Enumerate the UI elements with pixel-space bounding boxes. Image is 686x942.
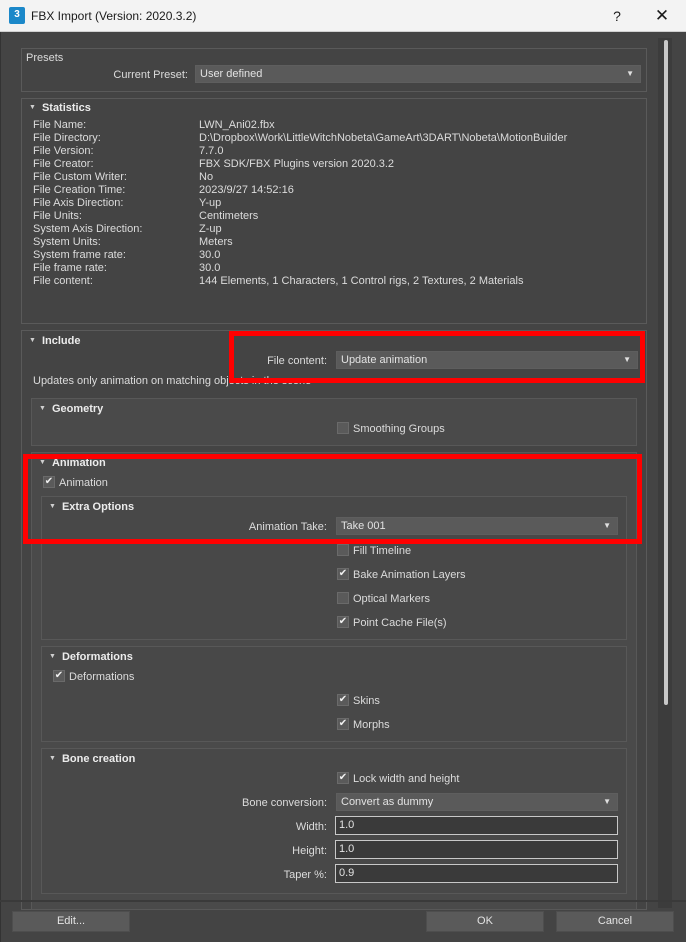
- statistics-key: File Axis Direction:: [33, 197, 124, 209]
- lock-width-height-label: Lock width and height: [353, 773, 460, 785]
- point-cache-checkbox[interactable]: ✔: [337, 616, 349, 628]
- width-input[interactable]: 1.0: [335, 816, 618, 835]
- collapse-triangle-icon: ▼: [49, 755, 56, 762]
- title-bar: 3 FBX Import (Version: 2020.3.2) ? ✕: [0, 0, 686, 32]
- include-header[interactable]: ▼ Include: [29, 335, 80, 347]
- taper-input[interactable]: 0.9: [335, 864, 618, 883]
- chevron-down-icon: ▼: [603, 797, 611, 806]
- highlight-file-content: [229, 331, 645, 383]
- statistics-value: FBX SDK/FBX Plugins version 2020.3.2: [199, 158, 395, 170]
- height-label: Height:: [292, 845, 327, 857]
- bone-conversion-label: Bone conversion:: [242, 797, 327, 809]
- help-button[interactable]: ?: [603, 4, 631, 28]
- collapse-triangle-icon: ▼: [29, 337, 36, 344]
- geometry-header[interactable]: ▼ Geometry: [39, 403, 103, 415]
- statistics-value: D:\Dropbox\Work\LittleWitchNobeta\GameAr…: [199, 132, 568, 144]
- chevron-down-icon: ▼: [626, 69, 634, 78]
- bone-conversion-value: Convert as dummy: [341, 796, 434, 808]
- statistics-key: System Units:: [33, 236, 101, 248]
- current-preset-value: User defined: [200, 68, 263, 80]
- deformations-checkbox-label: Deformations: [69, 671, 135, 683]
- taper-label: Taper %:: [283, 869, 327, 881]
- collapse-triangle-icon: ▼: [49, 653, 56, 660]
- fill-timeline-label: Fill Timeline: [353, 545, 412, 557]
- window-title: FBX Import (Version: 2020.3.2): [31, 9, 197, 23]
- statistics-key: File Directory:: [33, 132, 101, 144]
- bone-conversion-dropdown[interactable]: Convert as dummy ▼: [336, 793, 618, 811]
- statistics-key: System Axis Direction:: [33, 223, 143, 235]
- skins-label: Skins: [353, 695, 380, 707]
- highlight-animation-take: [23, 454, 642, 544]
- collapse-triangle-icon: ▼: [29, 104, 36, 111]
- cancel-button[interactable]: Cancel: [556, 911, 674, 932]
- current-preset-label: Current Preset:: [113, 69, 188, 81]
- statistics-value: 30.0: [199, 262, 221, 274]
- close-button[interactable]: ✕: [647, 4, 677, 28]
- point-cache-label: Point Cache File(s): [353, 617, 447, 629]
- morphs-checkbox[interactable]: ✔: [337, 718, 349, 730]
- statistics-key: File Name:: [33, 119, 87, 131]
- ok-button[interactable]: OK: [426, 911, 544, 932]
- statistics-key: File Creation Time:: [33, 184, 126, 196]
- statistics-key: File frame rate:: [33, 262, 107, 274]
- statistics-value: 144 Elements, 1 Characters, 1 Control ri…: [199, 275, 524, 287]
- bake-animation-layers-checkbox[interactable]: ✔: [337, 568, 349, 580]
- statistics-key: File Units:: [33, 210, 82, 222]
- scrollbar-thumb[interactable]: [664, 40, 668, 705]
- presets-header: Presets: [26, 52, 64, 64]
- fill-timeline-checkbox[interactable]: [337, 544, 349, 556]
- statistics-key: File Creator:: [33, 158, 94, 170]
- geometry-group: [31, 398, 637, 446]
- statistics-value: 2023/9/27 14:52:16: [199, 184, 294, 196]
- statistics-key: File Custom Writer:: [33, 171, 127, 183]
- width-label: Width:: [295, 821, 327, 833]
- statistics-value: No: [199, 171, 214, 183]
- skins-checkbox[interactable]: ✔: [337, 694, 349, 706]
- statistics-value: Y-up: [199, 197, 222, 209]
- lock-width-height-checkbox[interactable]: ✔: [337, 772, 349, 784]
- statistics-header[interactable]: ▼ Statistics: [29, 102, 91, 114]
- collapse-triangle-icon: ▼: [39, 405, 46, 412]
- bone-creation-header[interactable]: ▼ Bone creation: [49, 753, 135, 765]
- morphs-label: Morphs: [353, 719, 390, 731]
- statistics-key: System frame rate:: [33, 249, 126, 261]
- app-3dsmax-icon: 3: [9, 7, 25, 24]
- statistics-value: Z-up: [199, 223, 222, 235]
- smoothing-groups-label: Smoothing Groups: [353, 423, 445, 435]
- statistics-value: 7.7.0: [199, 145, 224, 157]
- statistics-value: LWN_Ani02.fbx: [199, 119, 275, 131]
- optical-markers-label: Optical Markers: [353, 593, 431, 605]
- statistics-key: File content:: [33, 275, 93, 287]
- statistics-value: Centimeters: [199, 210, 259, 222]
- height-input[interactable]: 1.0: [335, 840, 618, 859]
- statistics-value: Meters: [199, 236, 233, 248]
- edit-button[interactable]: Edit...: [12, 911, 130, 932]
- deformations-checkbox[interactable]: ✔: [53, 670, 65, 682]
- smoothing-groups-checkbox[interactable]: [337, 422, 349, 434]
- statistics-key: File Version:: [33, 145, 94, 157]
- statistics-value: 30.0: [199, 249, 221, 261]
- footer-separator: [0, 900, 686, 902]
- deformations-header[interactable]: ▼ Deformations: [49, 651, 133, 663]
- bake-animation-layers-label: Bake Animation Layers: [353, 569, 466, 581]
- optical-markers-checkbox[interactable]: [337, 592, 349, 604]
- current-preset-dropdown[interactable]: User defined ▼: [195, 65, 641, 83]
